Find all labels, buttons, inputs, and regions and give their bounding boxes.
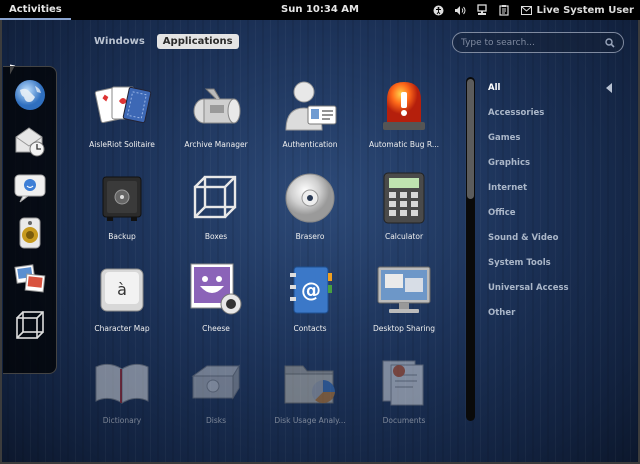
app-label: Disk Usage Analy...: [274, 416, 346, 425]
user-name: Live System User: [536, 4, 634, 16]
category-office[interactable]: Office: [488, 207, 628, 232]
calculator-icon: [383, 172, 425, 224]
cube-frame-icon: [193, 175, 237, 219]
alarm-light-icon: [383, 82, 425, 130]
key-a-grave-icon: à: [100, 268, 144, 312]
app-authentication[interactable]: Authentication: [264, 75, 356, 165]
app-cheese[interactable]: Cheese: [170, 259, 262, 349]
app-archive-manager[interactable]: Archive Manager: [170, 75, 262, 165]
folder-chart-icon: [284, 365, 335, 404]
selected-category-arrow-icon: [606, 83, 612, 93]
app-automatic-bug-reporting[interactable]: Automatic Bug R...: [358, 75, 450, 165]
archive-icon: [193, 88, 241, 124]
app-label: Disks: [205, 416, 227, 425]
dash-web-browser[interactable]: [12, 77, 48, 113]
dash: [3, 66, 57, 374]
app-contacts[interactable]: @ Contacts: [264, 259, 356, 349]
app-label: Calculator: [384, 232, 424, 241]
svg-text:à: à: [117, 280, 127, 299]
app-label: Character Map: [94, 324, 150, 333]
category-graphics[interactable]: Graphics: [488, 157, 628, 182]
monitor-icon: [377, 266, 431, 313]
app-label: Brasero: [295, 232, 325, 241]
app-dictionary[interactable]: Dictionary: [76, 351, 168, 435]
speaker-icon: [19, 217, 41, 249]
disc-icon: [285, 173, 335, 223]
app-aisleriot-solitaire[interactable]: AisleRiot Solitaire: [76, 75, 168, 165]
mail-clock-icon: [15, 127, 45, 157]
search-box[interactable]: [452, 32, 624, 53]
category-other[interactable]: Other: [488, 307, 628, 332]
person-card-icon: [285, 81, 337, 131]
app-label: Boxes: [204, 232, 228, 241]
app-label: Backup: [108, 232, 136, 241]
clock-label[interactable]: Sun 10:34 AM: [281, 4, 359, 15]
app-label: Archive Manager: [184, 140, 248, 149]
app-boxes[interactable]: Boxes: [170, 167, 262, 257]
cards-icon: [94, 86, 152, 124]
app-grid-scrollbar[interactable]: [466, 77, 475, 421]
app-label: Documents: [382, 416, 426, 425]
user-menu[interactable]: Live System User: [515, 0, 640, 20]
app-label: Automatic Bug R...: [369, 140, 439, 149]
category-universal-access[interactable]: Universal Access: [488, 282, 628, 307]
web-browser-globe-icon: [15, 80, 45, 110]
app-disk-usage-analyzer[interactable]: Disk Usage Analy...: [264, 351, 356, 435]
category-internet[interactable]: Internet: [488, 182, 628, 207]
app-label: Desktop Sharing: [372, 324, 436, 333]
app-documents[interactable]: Documents: [358, 351, 450, 435]
view-selector: Windows Applications: [88, 34, 239, 49]
scrollbar-thumb[interactable]: [467, 79, 474, 199]
category-system-tools[interactable]: System Tools: [488, 257, 628, 282]
app-brasero[interactable]: Brasero: [264, 167, 356, 257]
dash-chat[interactable]: [12, 169, 48, 205]
cheese-camera-icon: [190, 263, 242, 315]
svg-text:@: @: [301, 278, 321, 302]
app-label: Contacts: [293, 324, 327, 333]
accessibility-icon[interactable]: [427, 0, 449, 20]
app-backup[interactable]: Backup: [76, 167, 168, 257]
address-book-icon: @: [290, 266, 332, 314]
book-icon: [95, 363, 149, 404]
app-label: Authentication: [282, 140, 338, 149]
photos-icon: [14, 264, 46, 293]
app-character-map[interactable]: à Character Map: [76, 259, 168, 349]
network-icon[interactable]: [471, 0, 493, 20]
app-grid: AisleRiot Solitaire Archive Manager Auth…: [76, 75, 456, 435]
activities-button[interactable]: Activities: [0, 0, 71, 20]
app-desktop-sharing[interactable]: Desktop Sharing: [358, 259, 450, 349]
tab-windows[interactable]: Windows: [88, 34, 151, 49]
documents-icon: [382, 360, 424, 406]
safe-icon: [102, 176, 142, 221]
chat-bubble-icon: [14, 174, 46, 203]
cube-frame-icon: [16, 311, 44, 339]
app-label: Cheese: [202, 324, 230, 333]
category-sound-video[interactable]: Sound & Video: [488, 232, 628, 257]
category-accessories[interactable]: Accessories: [488, 107, 628, 132]
dash-music[interactable]: [12, 215, 48, 251]
user-menu-icon: [521, 5, 533, 15]
category-games[interactable]: Games: [488, 132, 628, 157]
volume-icon[interactable]: [449, 0, 471, 20]
category-list: All Accessories Games Graphics Internet …: [488, 82, 628, 332]
overview-background: Windows Applications Type to search... A…: [0, 20, 640, 464]
dash-mail[interactable]: [12, 123, 48, 159]
top-bar: Activities Sun 10:34 AM Live System User: [0, 0, 640, 20]
app-label: AisleRiot Solitaire: [89, 140, 155, 149]
dash-photos[interactable]: [12, 261, 48, 297]
app-label: Dictionary: [102, 416, 142, 425]
app-disks[interactable]: Disks: [170, 351, 262, 435]
hard-disk-icon: [191, 364, 240, 400]
search-icon[interactable]: [605, 37, 615, 48]
app-calculator[interactable]: Calculator: [358, 167, 450, 257]
clipboard-icon[interactable]: [493, 0, 515, 20]
dash-boxes[interactable]: [12, 307, 48, 343]
search-input[interactable]: [461, 37, 605, 48]
tab-applications[interactable]: Applications: [156, 34, 239, 49]
system-tray: Live System User: [427, 0, 640, 20]
